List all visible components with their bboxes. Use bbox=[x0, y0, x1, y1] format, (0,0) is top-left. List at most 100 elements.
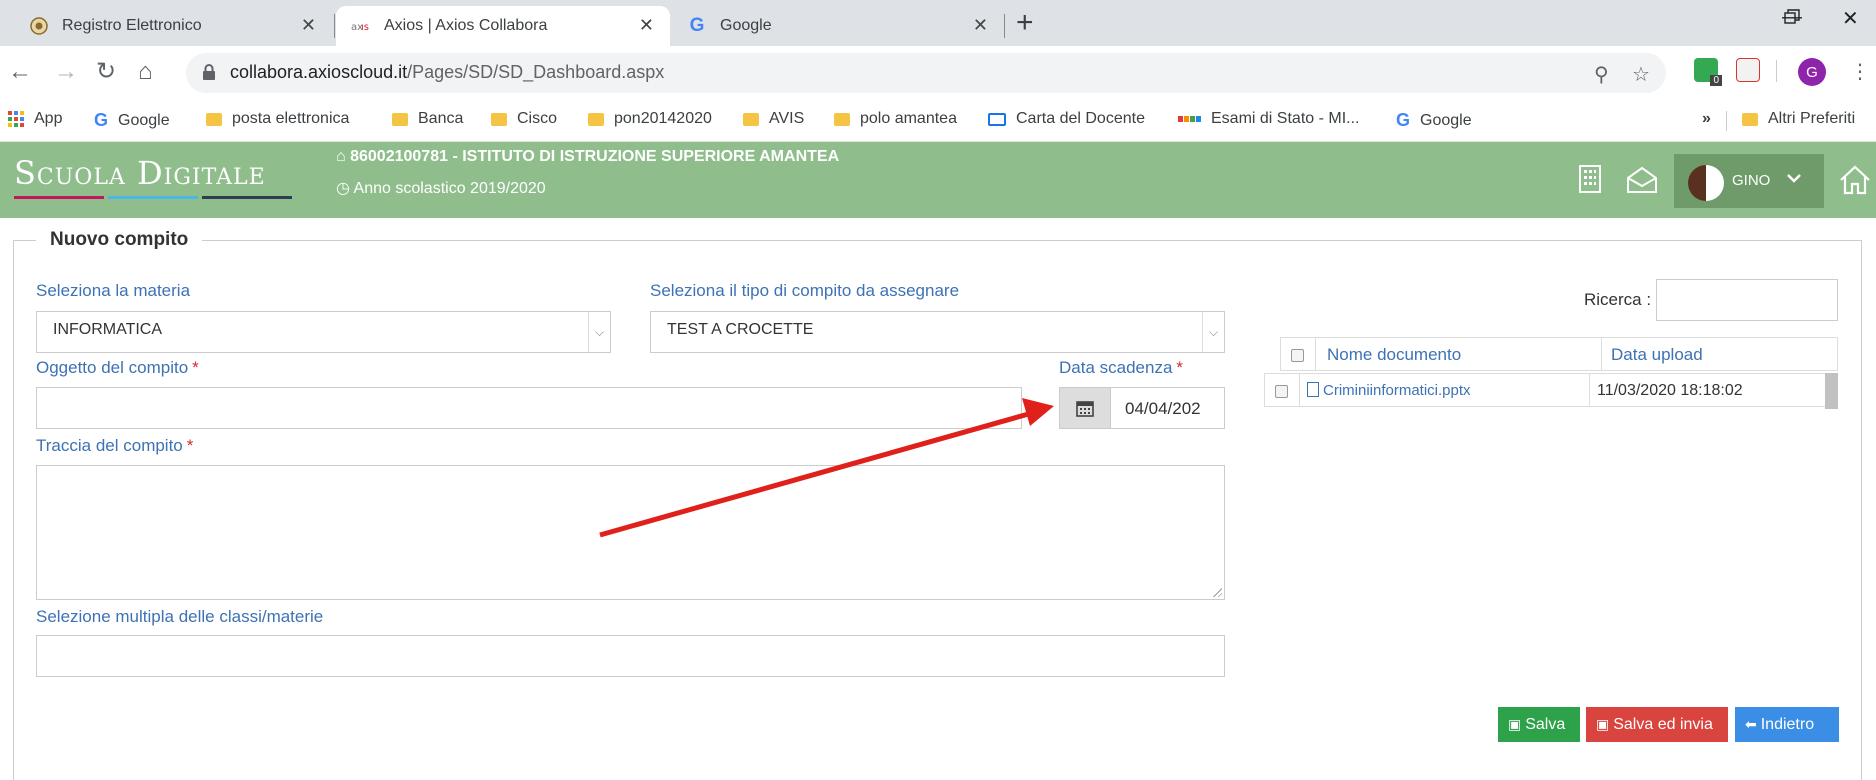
bookmark-cisco[interactable]: Cisco bbox=[491, 110, 557, 128]
chevron-down-icon bbox=[1786, 168, 1802, 189]
apps-grid-icon bbox=[8, 111, 24, 127]
row-checkbox[interactable] bbox=[1275, 385, 1288, 398]
search-input[interactable] bbox=[1656, 279, 1838, 321]
ministry-icon bbox=[1178, 116, 1201, 122]
bookmark-avis[interactable]: AVIS bbox=[743, 110, 804, 128]
bookmark-polo-amantea[interactable]: polo amantea bbox=[834, 110, 957, 128]
svg-text:ıs: ıs bbox=[361, 22, 369, 33]
restore-window-icon[interactable] bbox=[1784, 8, 1800, 31]
save-and-send-button[interactable]: ▣ Salva ed invia bbox=[1586, 707, 1728, 742]
bookmark-star-icon[interactable]: ☆ bbox=[1632, 62, 1650, 87]
school-name: ⌂ 86002100781 - ISTITUTO DI ISTRUZIONE S… bbox=[336, 148, 840, 165]
task-trace-textarea[interactable] bbox=[36, 465, 1225, 600]
zoom-icon[interactable]: ⚲ bbox=[1594, 62, 1609, 87]
building-icon[interactable] bbox=[1578, 164, 1602, 201]
bookmark-pon20142020[interactable]: pon20142020 bbox=[588, 110, 712, 128]
multi-select-label: Selezione multipla delle classi/materie bbox=[36, 607, 324, 626]
app-logo[interactable]: Scuola Digitale bbox=[14, 154, 266, 192]
profile-avatar[interactable]: G bbox=[1798, 58, 1826, 86]
back-button[interactable]: ⬅ Indietro bbox=[1735, 707, 1839, 742]
back-arrow-icon[interactable]: ← bbox=[8, 58, 32, 86]
task-type-value: TEST A CROCETTE bbox=[667, 321, 814, 338]
deadline-label: Data scadenza * bbox=[1059, 358, 1184, 377]
bookmark-google-2[interactable]: G Google bbox=[1396, 110, 1472, 131]
search-label: Ricerca : bbox=[1584, 290, 1652, 309]
column-divider bbox=[1589, 374, 1590, 406]
subject-value: INFORMATICA bbox=[53, 321, 163, 338]
reload-icon[interactable]: ↻ bbox=[96, 58, 116, 86]
bookmark-label: Google bbox=[118, 111, 170, 129]
bookmark-other-folder[interactable]: Altri Preferiti bbox=[1742, 110, 1855, 128]
new-tab-button[interactable]: + bbox=[1016, 8, 1034, 38]
select-all-checkbox[interactable] bbox=[1291, 349, 1304, 362]
column-header-upload-date[interactable]: Data upload bbox=[1611, 345, 1703, 365]
chevron-down-icon: ⌵ bbox=[588, 312, 610, 352]
close-window-icon[interactable]: ✕ bbox=[1842, 6, 1859, 31]
close-icon[interactable]: ✕ bbox=[301, 15, 316, 36]
bookmark-label: Google bbox=[1420, 111, 1472, 129]
classes-multi-select[interactable] bbox=[36, 635, 1225, 677]
home-icon[interactable] bbox=[1838, 164, 1872, 203]
user-menu[interactable]: GINO bbox=[1674, 154, 1824, 208]
bookmark-esami-di-stato[interactable]: Esami di Stato - MI... bbox=[1178, 110, 1359, 128]
bookmark-label: Altri Preferiti bbox=[1768, 110, 1856, 127]
required-asterisk: * bbox=[186, 436, 194, 455]
bookmarks-divider bbox=[1726, 111, 1727, 131]
tab-divider bbox=[334, 14, 335, 38]
browser-tab-bar: Registro Elettronico ✕ ax ıs Axios | Axio… bbox=[0, 0, 1876, 46]
bookmark-app[interactable]: App bbox=[8, 110, 62, 128]
tab-axios-collabora[interactable]: ax ıs Axios | Axios Collabora ✕ bbox=[336, 6, 670, 46]
save-and-send-label: Salva ed invia bbox=[1613, 715, 1713, 733]
bookmark-label: Cisco bbox=[517, 110, 558, 127]
tab-registro-elettronico[interactable]: Registro Elettronico ✕ bbox=[14, 6, 332, 46]
task-type-select[interactable]: TEST A CROCETTE ⌵ bbox=[650, 311, 1225, 353]
bookmarks-overflow-button[interactable]: » bbox=[1702, 110, 1711, 128]
task-object-input[interactable] bbox=[36, 387, 1022, 429]
column-divider bbox=[1299, 374, 1300, 406]
save-button[interactable]: ▣ Salva bbox=[1498, 707, 1580, 742]
logo-underline bbox=[14, 196, 292, 199]
table-scrollbar[interactable] bbox=[1825, 373, 1838, 409]
bookmark-carta-del-docente[interactable]: Carta del Docente bbox=[988, 110, 1145, 128]
bookmark-label: pon20142020 bbox=[614, 110, 712, 127]
task-type-label: Seleziona il tipo di compito da assegnar… bbox=[650, 281, 960, 300]
google-g-icon: G bbox=[689, 15, 705, 36]
tab-google[interactable]: G Google ✕ bbox=[672, 6, 1004, 46]
user-name: GINO bbox=[1732, 172, 1771, 189]
document-link[interactable]: Criminiinformatici.pptx bbox=[1307, 382, 1471, 399]
calendar-button[interactable] bbox=[1059, 387, 1111, 429]
folder-icon bbox=[743, 112, 759, 126]
back-button-label: Indietro bbox=[1760, 715, 1815, 733]
resize-handle[interactable] bbox=[1212, 587, 1222, 597]
url-text: collabora.axioscloud.it/Pages/SD/SD_Dash… bbox=[230, 62, 665, 82]
file-icon bbox=[1307, 382, 1319, 397]
panel-title: Nuovo compito bbox=[36, 229, 203, 251]
column-header-document[interactable]: Nome documento bbox=[1327, 345, 1461, 365]
subject-select[interactable]: INFORMATICA ⌵ bbox=[36, 311, 611, 353]
extension-shield-icon[interactable]: 0 bbox=[1694, 58, 1722, 86]
home-icon: ⌂ bbox=[336, 148, 351, 165]
bookmark-google[interactable]: G Google bbox=[94, 110, 170, 131]
close-icon[interactable]: ✕ bbox=[639, 15, 654, 36]
home-icon[interactable]: ⌂ bbox=[138, 58, 153, 86]
envelope-open-icon[interactable] bbox=[1626, 166, 1658, 201]
bookmark-posta-elettronica[interactable]: posta elettronica bbox=[206, 110, 349, 128]
tab-title: Axios | Axios Collabora bbox=[384, 17, 548, 34]
avatar bbox=[1688, 165, 1724, 201]
table-row[interactable]: Criminiinformatici.pptx 11/03/2020 18:18… bbox=[1264, 373, 1826, 407]
google-g-icon: G bbox=[94, 110, 109, 130]
url-bar[interactable]: collabora.axioscloud.it/Pages/SD/SD_Dash… bbox=[186, 53, 1666, 93]
forward-arrow-icon[interactable]: → bbox=[54, 58, 78, 86]
deadline-input[interactable]: 04/04/202 bbox=[1110, 387, 1225, 429]
tab-title: Registro Elettronico bbox=[62, 17, 202, 34]
bookmark-label: posta elettronica bbox=[232, 110, 350, 127]
pdf-extension-icon[interactable] bbox=[1736, 58, 1760, 82]
table-header: Nome documento Data upload bbox=[1280, 337, 1838, 371]
address-bar-row: ← → ↻ ⌂ collabora.axioscloud.it/Pages/SD… bbox=[0, 46, 1876, 100]
axios-icon: ax ıs bbox=[350, 15, 372, 37]
bookmark-label: Banca bbox=[418, 110, 464, 127]
bookmark-label: App bbox=[34, 110, 63, 127]
close-icon[interactable]: ✕ bbox=[973, 15, 988, 36]
bookmark-banca[interactable]: Banca bbox=[392, 110, 463, 128]
kebab-menu-icon[interactable]: ⋮ bbox=[1850, 58, 1870, 86]
